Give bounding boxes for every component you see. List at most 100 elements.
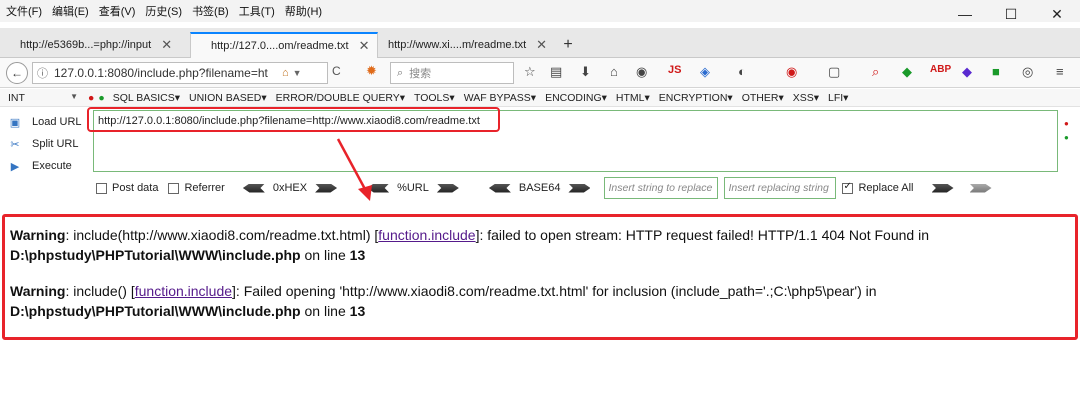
encode-arrow-icon[interactable]	[436, 183, 459, 193]
menu-encoding[interactable]: ENCODING▾	[545, 92, 607, 104]
menu-html[interactable]: HTML▾	[616, 92, 650, 104]
new-tab-button[interactable]: +	[556, 32, 580, 58]
menu-view[interactable]: 查看(V)	[94, 3, 141, 19]
menu-error-double-query[interactable]: ERROR/DOUBLE QUERY▾	[276, 92, 405, 104]
window-controls: — ☐ ✕	[942, 0, 1080, 28]
minimize-button[interactable]: —	[942, 0, 988, 28]
decode-arrow-icon[interactable]	[488, 183, 511, 193]
url-encode-label: %URL	[397, 182, 429, 194]
tab-label: http://e5369b...=php://input	[20, 39, 152, 51]
close-window-button[interactable]: ✕	[1034, 0, 1080, 28]
adblock-icon[interactable]: ABP	[930, 64, 951, 75]
addon-icon[interactable]: ◎	[1022, 64, 1033, 80]
warning-label: Warning	[10, 227, 66, 243]
search-placeholder: 搜索	[409, 68, 432, 80]
addon-icon[interactable]: ◆	[962, 64, 972, 80]
post-data-label: Post data	[112, 182, 159, 194]
library-icon[interactable]: ▤	[550, 64, 562, 80]
menu-union-based[interactable]: UNION BASED▾	[189, 92, 267, 104]
hackbar-actions: ▣ Load URL ✂ Split URL ▶ Execute	[6, 111, 86, 177]
collapse-icon[interactable]: ●	[1064, 117, 1069, 131]
referrer-checkbox[interactable]	[168, 182, 180, 194]
replace-all-checkbox[interactable]	[842, 181, 854, 194]
function-include-link[interactable]: function.include	[135, 283, 232, 299]
warning-text: : include(http://www.xiaodi8.com/readme.…	[65, 227, 379, 243]
addon-icon[interactable]: ◉	[636, 64, 647, 80]
back-button[interactable]: ←	[6, 62, 28, 84]
addon-icon[interactable]: ■	[992, 64, 1000, 79]
warning-text: ]: failed to open stream: HTTP request f…	[475, 227, 929, 243]
menu-history[interactable]: 历史(S)	[140, 3, 187, 19]
replace-arrow-icon[interactable]	[931, 183, 954, 193]
reload-button[interactable]: C	[332, 64, 341, 78]
hamburger-menu-icon[interactable]: ≡	[1056, 64, 1064, 79]
menu-other[interactable]: OTHER▾	[742, 92, 784, 104]
home-icon: ⌂	[282, 67, 289, 79]
replace-all-option[interactable]: Replace All	[842, 181, 914, 194]
load-url-label: Load URL	[32, 116, 82, 128]
home-icon[interactable]: ⌂	[610, 64, 618, 79]
close-icon[interactable]: ✕	[536, 37, 547, 53]
replace-string-input[interactable]: Insert string to replace	[604, 177, 719, 199]
function-include-link[interactable]: function.include	[378, 227, 475, 243]
tab-readme-local[interactable]: http://127.0....om/readme.txt ✕	[190, 32, 379, 58]
replacing-string-input[interactable]: Insert replacing string	[724, 177, 837, 199]
download-icon[interactable]: ⬇	[580, 64, 591, 80]
menu-encryption[interactable]: ENCRYPTION▾	[659, 92, 733, 104]
addon-icon[interactable]: ◈	[700, 64, 710, 80]
screenshot-icon[interactable]: ▢	[828, 64, 840, 80]
load-url-button[interactable]: ▣ Load URL	[6, 111, 86, 133]
referrer-option[interactable]: Referrer	[168, 182, 225, 194]
info-icon[interactable]: ⓘ	[37, 65, 48, 81]
menu-waf-bypass[interactable]: WAF BYPASS▾	[464, 92, 536, 104]
split-url-button[interactable]: ✂ Split URL	[6, 133, 86, 155]
addon-icon[interactable]: ◉	[786, 64, 797, 80]
warning-file-path: D:\phpstudy\PHPTutorial\WWW\include.php	[10, 303, 301, 319]
page-output: Warning: include(http://www.xiaodi8.com/…	[2, 214, 1078, 340]
post-data-option[interactable]: Post data	[96, 182, 158, 194]
annotation-arrow	[336, 138, 372, 201]
warning-line-number: 13	[349, 303, 366, 319]
php-warning-2: Warning: include() [function.include]: F…	[10, 281, 1076, 321]
decode-arrow-icon[interactable]	[242, 183, 265, 193]
shield-icon[interactable]: ◆	[902, 64, 912, 80]
menu-tools[interactable]: TOOLS▾	[414, 92, 455, 104]
chevron-down-icon[interactable]: ▼	[293, 68, 302, 78]
address-bar[interactable]: ⓘ 127.0.0.1:8080/include.php?filename=ht…	[32, 62, 328, 84]
menu-sql-basics[interactable]: SQL BASICS▾	[113, 92, 180, 104]
int-select[interactable]: INT ▼	[0, 92, 80, 104]
menu-edit[interactable]: 编辑(E)	[47, 3, 94, 19]
palette-icon[interactable]: ◐	[738, 64, 746, 79]
maximize-button[interactable]: ☐	[988, 0, 1034, 28]
address-text: 127.0.0.1:8080/include.php?filename=ht	[54, 66, 268, 80]
replace-arrow-icon[interactable]	[969, 183, 992, 193]
tab-php-input[interactable]: http://e5369b...=php://input ✕	[0, 32, 180, 58]
tab-readme-remote[interactable]: http://www.xi....m/readme.txt ✕	[368, 32, 555, 58]
hex-label: 0xHEX	[272, 182, 308, 194]
js-icon[interactable]: JS	[668, 64, 681, 76]
post-data-checkbox[interactable]	[96, 182, 107, 194]
execute-button[interactable]: ▶ Execute	[6, 155, 86, 177]
bookmark-star-icon[interactable]: ☆	[524, 64, 536, 80]
chevron-down-icon: ▼	[70, 91, 78, 101]
menu-lfi[interactable]: LFI▾	[828, 92, 848, 104]
menu-tools[interactable]: 工具(T)	[234, 3, 280, 19]
expand-icon[interactable]: ●	[1064, 131, 1069, 145]
hackbar-side-controls: ● ●	[1064, 117, 1069, 145]
menu-file[interactable]: 文件(F)	[0, 3, 47, 19]
extension-icon[interactable]: ✹	[366, 63, 377, 79]
zoom-icon[interactable]: ⌕	[872, 64, 879, 80]
menu-help[interactable]: 帮助(H)	[280, 3, 327, 19]
plus-icon[interactable]: ●	[98, 92, 104, 104]
encode-arrow-icon[interactable]	[568, 183, 591, 193]
menu-bookmarks[interactable]: 书签(B)	[187, 3, 234, 19]
hackbar-options: Post data Referrer 0xHEX %URL BASE64 Ins…	[96, 177, 1056, 199]
play-icon: ▶	[10, 160, 20, 173]
close-icon[interactable]: ✕	[161, 37, 172, 53]
execute-label: Execute	[32, 160, 72, 172]
menu-xss[interactable]: XSS▾	[793, 92, 819, 104]
search-input[interactable]: ⌕ 搜索	[390, 62, 514, 84]
base64-label: BASE64	[518, 182, 561, 194]
minus-icon[interactable]: ●	[88, 92, 94, 104]
warning-line-number: 13	[349, 247, 366, 263]
